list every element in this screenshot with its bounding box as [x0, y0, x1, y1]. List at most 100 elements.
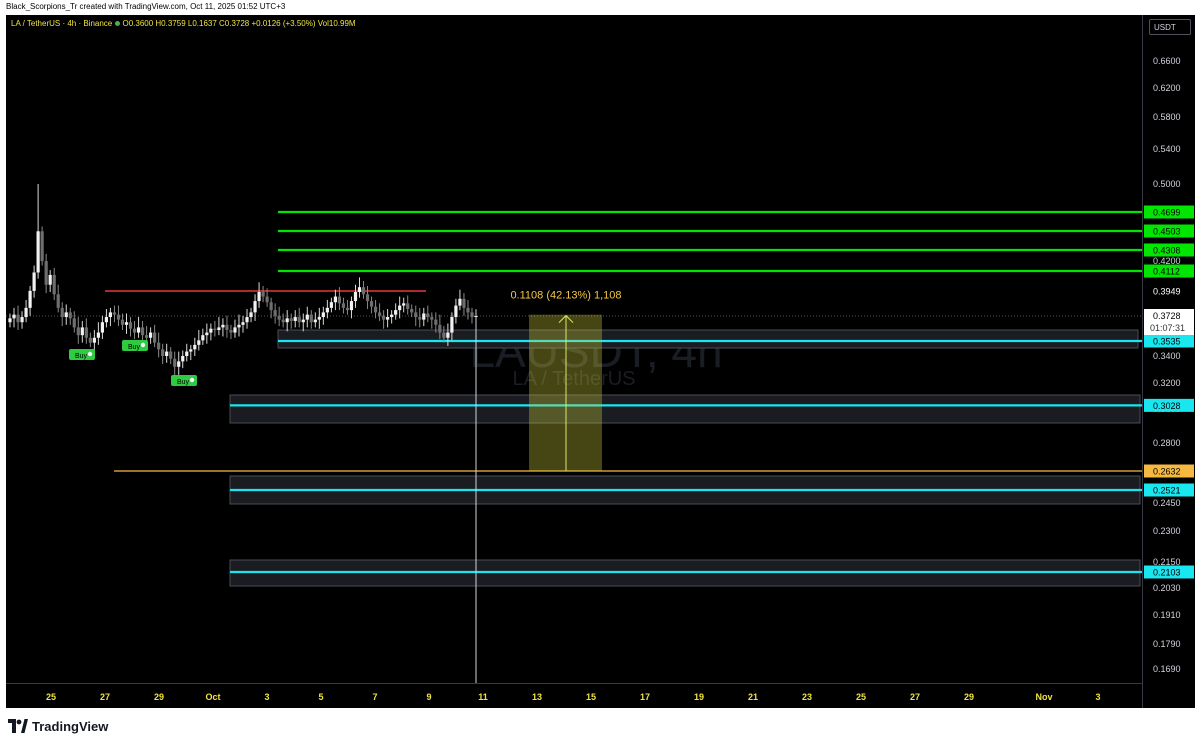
candle-body — [48, 274, 52, 285]
candle-body — [382, 315, 386, 320]
candle-body — [16, 314, 20, 323]
candle-body — [410, 308, 414, 313]
resistance-price-label: 0.4503 — [1144, 224, 1194, 238]
candle-body — [165, 351, 169, 356]
buy-signal-label: Buy — [128, 344, 141, 351]
candle-body — [185, 351, 189, 356]
candle-body — [92, 337, 96, 343]
current-price-badge: 0.3728 01:07:31 — [1144, 309, 1194, 335]
high-price-label-text: 0.3949 — [1153, 287, 1181, 297]
legend-symbol: LA / TetherUS · 4h · Binance — [11, 19, 113, 28]
candle-body — [100, 322, 104, 333]
candle-body — [402, 303, 406, 306]
time-tick-label: 9 — [426, 692, 431, 702]
candle-body — [253, 301, 257, 313]
candle-body — [422, 313, 426, 320]
candle-body — [341, 303, 346, 308]
candle-body — [149, 332, 153, 338]
price-tick-label: 0.5000 — [1153, 179, 1181, 189]
candle-body — [446, 332, 450, 338]
time-axis[interactable]: 25 27 29 Oct 3 5 7 9 11 13 15 17 19 21 23 25 27 29 Nov 3 — [6, 683, 1142, 709]
candle-body — [442, 332, 446, 338]
price-tick-label: 0.2800 — [1153, 438, 1181, 448]
candle-body — [144, 335, 149, 338]
candle-body — [64, 312, 68, 318]
high-price-label: 0.3949 — [1144, 284, 1194, 298]
candle-body — [285, 318, 289, 323]
support-price-label-text: 0.2103 — [1153, 568, 1181, 578]
current-price-value: 0.3728 — [1153, 311, 1181, 321]
candle-body — [124, 322, 129, 325]
candle-body — [398, 305, 402, 311]
legend-volume: Vol10.99M — [317, 19, 356, 28]
candle-body — [24, 307, 28, 318]
price-tick-label: 0.2450 — [1153, 498, 1181, 508]
currency-label[interactable]: USDT — [1149, 19, 1191, 35]
candle-body — [470, 312, 474, 318]
candle-body — [466, 307, 470, 313]
candle-body — [116, 314, 121, 320]
resistance-price-label-text: 0.4308 — [1153, 246, 1181, 256]
price-tick-label: 0.1790 — [1153, 639, 1181, 649]
candle-body — [40, 231, 44, 261]
candle-body — [197, 340, 201, 345]
buy-signal: Buy — [171, 375, 197, 386]
candle-body — [450, 317, 454, 333]
tradingview-logo-icon — [8, 719, 28, 733]
price-axis-svg: 0.66000.62000.58000.54000.50000.42000.34… — [1144, 56, 1194, 674]
candle-body — [418, 317, 422, 320]
candle-body — [462, 298, 466, 308]
candle-body — [76, 327, 80, 336]
support-price-label: 0.2521 — [1144, 483, 1194, 497]
candle-body — [454, 305, 458, 318]
time-tick-label: 15 — [586, 692, 596, 702]
tradingview-wordmark: TradingView — [32, 718, 109, 734]
candle-body — [390, 314, 394, 318]
candle-body — [265, 296, 269, 303]
candle-body — [434, 319, 438, 325]
candle-body — [84, 327, 88, 338]
candle-body — [52, 274, 56, 295]
candle-body — [406, 303, 410, 309]
candle-body — [221, 324, 225, 328]
candle-body — [321, 312, 325, 318]
candle-body — [329, 302, 333, 308]
market-status-icon — [115, 21, 121, 26]
resistance-price-label-text: 0.4503 — [1153, 227, 1181, 237]
candle-body — [28, 290, 32, 308]
candle-body — [309, 314, 313, 323]
candle-body — [386, 317, 390, 320]
candle-body — [245, 317, 249, 323]
time-tick-label: Oct — [205, 692, 220, 702]
support-price-label-text: 0.3535 — [1153, 337, 1181, 347]
candle-body — [273, 310, 277, 316]
price-tick-label: 0.5800 — [1153, 112, 1181, 122]
time-axis-svg: 25 27 29 Oct 3 5 7 9 11 13 15 17 19 21 23 25 27 29 Nov 3 — [46, 692, 1101, 702]
candle-body — [297, 317, 301, 323]
symbol-legend[interactable]: LA / TetherUS · 4h · Binance O0.3600 H0.… — [11, 19, 356, 28]
time-tick-label: 7 — [372, 692, 377, 702]
candle-body — [225, 324, 229, 330]
candle-body — [353, 292, 358, 302]
chart-attribution: Black_Scorpions_Tr created with TradingV… — [6, 2, 286, 11]
price-tick-label: 0.6600 — [1153, 56, 1181, 66]
candle-body — [169, 351, 173, 359]
candle-body — [345, 307, 350, 311]
candle-body — [68, 312, 72, 319]
rocket-icon — [189, 377, 195, 383]
time-tick-label: 13 — [532, 692, 542, 702]
candle-body — [333, 296, 337, 303]
zone-0.3535 — [277, 329, 1139, 349]
chart-pane[interactable]: LAUSDT, 4h LA / TetherUS 0.1108 (42.13%)… — [6, 15, 1142, 683]
price-chart-svg[interactable]: LAUSDT, 4h LA / TetherUS 0.1108 (42.13%)… — [6, 15, 1142, 683]
candle-body — [108, 312, 113, 318]
candle-body — [426, 313, 430, 318]
support-price-label-text: 0.2632 — [1153, 467, 1181, 477]
candle-body — [233, 327, 237, 333]
time-tick-label: 23 — [802, 692, 812, 702]
time-tick-label: 21 — [748, 692, 758, 702]
candle-body — [36, 231, 40, 273]
candle-body — [293, 317, 297, 321]
price-axis[interactable]: USDT 0.6600 0.6200 0.5800 0.5400 0.5000 0.420… — [1142, 15, 1196, 708]
candle-body — [257, 292, 261, 302]
